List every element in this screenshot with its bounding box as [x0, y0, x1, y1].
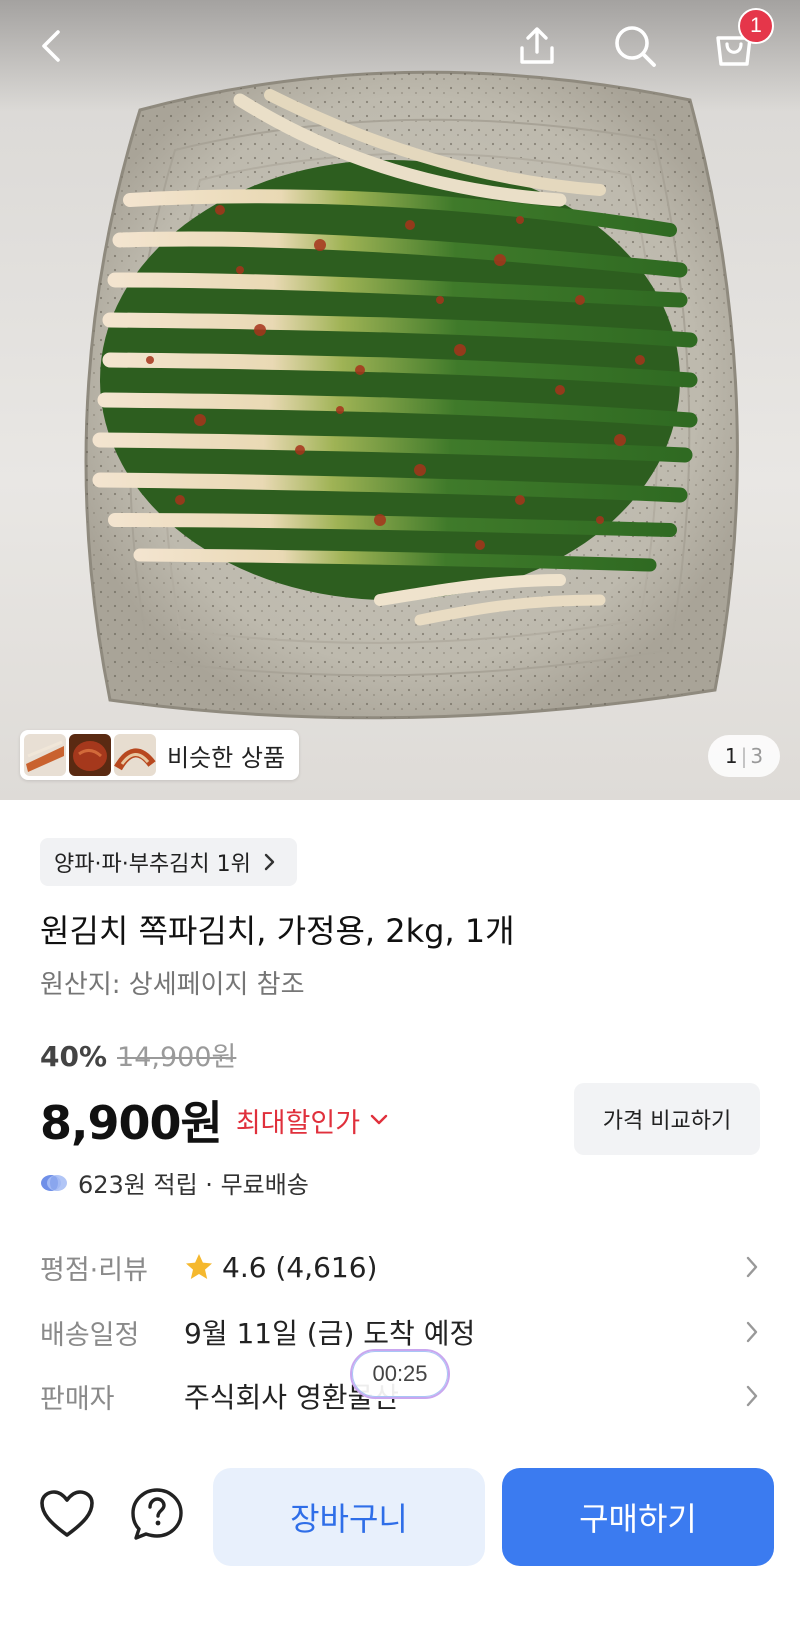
share-button[interactable] — [509, 18, 565, 74]
similar-thumbnail — [24, 734, 66, 776]
max-discount-label: 최대할인가 — [235, 1107, 361, 1139]
category-rank-label: 양파·파·부추김치 1위 — [54, 852, 251, 877]
search-icon — [615, 26, 656, 67]
heart-icon — [40, 1490, 94, 1537]
price-row: 8,900원 최대할인가 — [40, 1087, 388, 1153]
bottom-action-bar: 장바구니 구매하기 — [0, 1450, 800, 1635]
timer-badge: 00:25 — [350, 1349, 450, 1399]
similar-products-button[interactable]: 비슷한 상품 — [20, 730, 300, 780]
question-bubble-icon — [131, 1488, 183, 1540]
image-page-indicator: 1 | 3 — [708, 735, 780, 777]
cart-count-badge: 1 — [738, 8, 774, 44]
chevron-right-icon — [746, 1256, 758, 1278]
page-separator: | — [740, 744, 748, 768]
rating-review-row[interactable]: 평점·리뷰 4.6 (4,616) — [40, 1242, 760, 1292]
reward-coin-icon — [41, 1174, 67, 1191]
chevron-right-icon — [264, 853, 275, 871]
product-title: 원김치 쪽파김치, 가정용, 2kg, 1개 — [40, 912, 515, 950]
product-photo — [84, 70, 739, 720]
seller-label: 판매자 — [40, 1383, 115, 1415]
rating-label: 평점·리뷰 — [40, 1254, 148, 1286]
discount-row: 40% 14,900원 — [40, 1035, 236, 1074]
wishlist-button[interactable] — [36, 1484, 98, 1544]
question-button[interactable] — [126, 1484, 188, 1544]
sale-price: 8,900원 — [40, 1096, 223, 1150]
page-current: 1 — [724, 744, 738, 768]
reward-shipping-text: 623원 적립 · 무료배송 — [78, 1171, 309, 1199]
delivery-value: 9월 11일 (금) 도착 예정 — [184, 1317, 476, 1350]
rating-value: 4.6 (4,616) — [222, 1250, 378, 1284]
share-icon — [520, 27, 554, 64]
add-to-cart-button[interactable]: 장바구니 — [213, 1468, 485, 1566]
page-total: 3 — [750, 744, 764, 768]
original-price: 14,900원 — [117, 1042, 237, 1073]
max-discount-dropdown[interactable]: 최대할인가 — [236, 1101, 388, 1140]
product-image-gallery[interactable]: 1 비슷한 상품 1 | 3 — [0, 0, 800, 800]
chevron-right-icon — [746, 1385, 758, 1407]
discount-percent: 40% — [40, 1040, 108, 1073]
similar-products-label: 비슷한 상품 — [167, 743, 286, 772]
category-rank-chip[interactable]: 양파·파·부추김치 1위 — [40, 838, 297, 886]
reward-shipping-row: 623원 적립 · 무료배송 — [40, 1165, 309, 1200]
top-nav-bar: 1 — [0, 0, 800, 100]
buy-now-button[interactable]: 구매하기 — [502, 1468, 774, 1566]
chevron-down-icon — [370, 1114, 388, 1125]
similar-thumbnail — [114, 734, 156, 776]
chevron-right-icon — [746, 1321, 758, 1343]
similar-thumbnail — [69, 734, 111, 776]
chevron-left-icon — [42, 30, 60, 62]
star-icon — [186, 1254, 212, 1279]
price-compare-button[interactable]: 가격 비교하기 — [574, 1083, 760, 1155]
back-button[interactable] — [24, 18, 80, 74]
product-origin: 원산지: 상세페이지 참조 — [40, 970, 305, 1000]
delivery-label: 배송일정 — [40, 1319, 140, 1351]
search-button[interactable] — [607, 18, 663, 74]
